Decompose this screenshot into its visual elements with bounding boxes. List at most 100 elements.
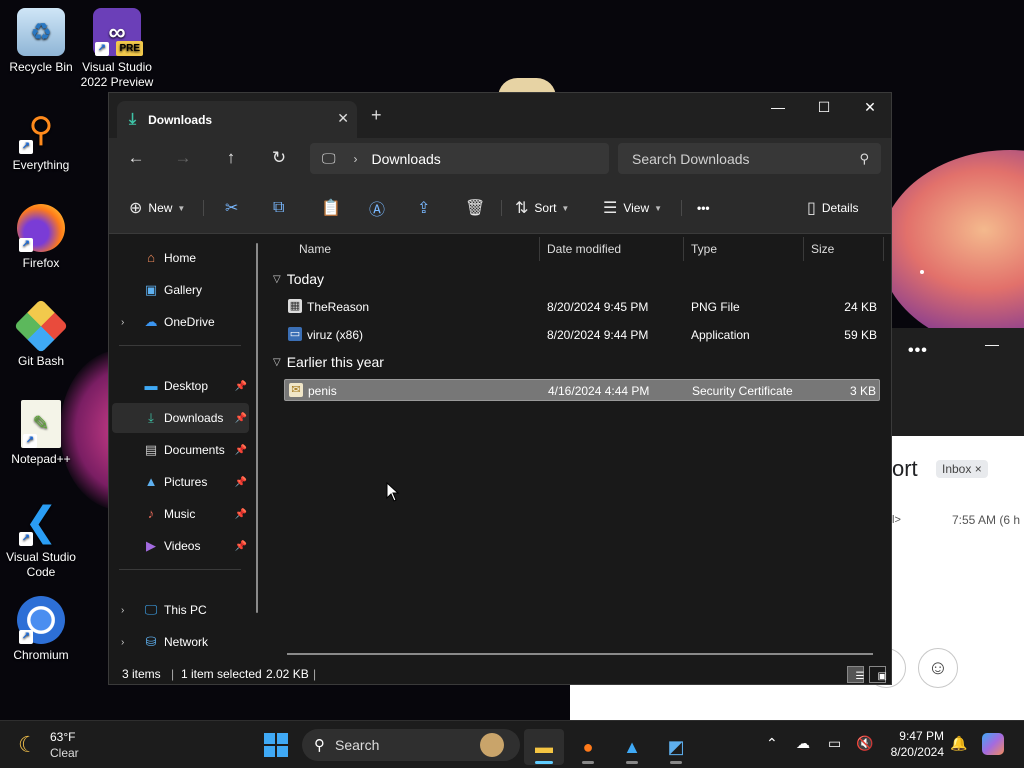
show-hidden-icons-button[interactable]: ⌃ (766, 735, 778, 752)
column-divider[interactable] (539, 237, 540, 261)
more-options-button[interactable]: ••• (697, 197, 710, 219)
remove-label-button[interactable]: × (975, 462, 982, 476)
address-bar[interactable]: 🖵 › Downloads (310, 143, 609, 174)
nav-item-music[interactable]: ♪ Music 📌 (112, 499, 249, 529)
cut-button[interactable]: ✂ (225, 197, 238, 219)
nav-item-onedrive[interactable]: › ☁ OneDrive (112, 307, 249, 337)
nav-item-pictures[interactable]: ▲ Pictures 📌 (112, 467, 249, 497)
nav-item-this-pc[interactable]: › 🖵 This PC (112, 595, 249, 625)
chevron-right-icon[interactable]: › (121, 605, 124, 616)
file-row[interactable]: ▭ viruz (x86) 8/20/2024 9:44 PM Applicat… (284, 324, 880, 346)
column-header-type[interactable]: Type (691, 235, 717, 263)
file-row-selected[interactable]: ✉ penis 4/16/2024 4:44 PM Security Certi… (284, 379, 880, 401)
volume-muted-icon[interactable]: 🔇 (856, 735, 873, 752)
group-header-today[interactable]: ▽ Today (273, 267, 324, 291)
shortcut-arrow-icon: ↗ (19, 532, 33, 546)
horizontal-scrollbar[interactable] (287, 653, 873, 655)
navigation-pane[interactable]: ⌂ Home ▣ Gallery › ☁ OneDrive ▬ Desktop … (109, 235, 267, 665)
view-button[interactable]: ☰ View ▼ (603, 197, 662, 219)
display-icon[interactable]: ▭ (828, 735, 841, 752)
copy-button[interactable]: ⧉ (273, 197, 284, 219)
pin-icon[interactable]: 📌 (235, 381, 247, 392)
breadcrumb-downloads[interactable]: Downloads (372, 151, 441, 167)
chevron-right-icon[interactable]: › (354, 152, 358, 166)
desktop-icon-notepad-plus-plus[interactable]: ✎ ↗ Notepad++ (0, 400, 82, 467)
taskbar-app-monitor[interactable]: ▲ (612, 729, 652, 765)
desktop-icon-git-bash[interactable]: Git Bash (0, 298, 82, 369)
taskbar-app-firefox[interactable]: ● (568, 729, 608, 765)
taskbar-app-file-explorer[interactable]: ▬ (524, 729, 564, 765)
nav-item-home[interactable]: ⌂ Home (112, 243, 249, 273)
desktop-icon-recycle-bin[interactable]: ♻ Recycle Bin (0, 8, 82, 75)
mail-more-button[interactable]: ••• (908, 342, 928, 360)
back-button[interactable]: ← (123, 148, 149, 172)
pin-icon[interactable]: 📌 (235, 413, 247, 424)
new-tab-button[interactable]: + (371, 105, 382, 126)
music-icon: ♪ (147, 506, 155, 521)
nav-item-network[interactable]: › ⛁ Network (112, 627, 249, 657)
forward-button[interactable]: → (170, 148, 196, 172)
nav-item-videos[interactable]: ▶ Videos 📌 (112, 531, 249, 561)
column-header-date-modified[interactable]: Date modified (547, 235, 621, 263)
close-window-button[interactable]: ✕ (855, 99, 885, 116)
minimize-button[interactable]: — (763, 99, 793, 115)
desktop-icon-vscode[interactable]: ❮ ↗ Visual Studio Code (0, 498, 82, 580)
tiles-view-button[interactable]: ▣ (869, 666, 887, 683)
delete-button[interactable]: 🗑 (465, 197, 485, 219)
group-header-earlier-this-year[interactable]: ▽ Earlier this year (273, 350, 384, 374)
file-explorer-window[interactable]: ⤓ Downloads ✕ + — ☐ ✕ ← → ↑ ↻ 🖵 › Downlo… (108, 92, 892, 685)
status-separator: | (171, 667, 175, 681)
details-view-button[interactable]: ☰ (847, 666, 864, 683)
copilot-icon[interactable] (982, 733, 1004, 755)
column-divider[interactable] (883, 237, 884, 261)
pin-icon[interactable]: 📌 (235, 541, 247, 552)
taskbar-search-box[interactable]: ⚲ Search (302, 729, 520, 761)
file-row[interactable]: ▦ TheReason 8/20/2024 9:45 PM PNG File 2… (284, 296, 880, 318)
pin-icon[interactable]: 📌 (235, 445, 247, 456)
column-header-name[interactable]: Name (299, 235, 331, 263)
notification-bell-icon[interactable]: 🔔 (950, 735, 967, 752)
start-button[interactable] (264, 733, 288, 757)
up-button[interactable]: ↑ (218, 148, 244, 172)
nav-item-desktop[interactable]: ▬ Desktop 📌 (112, 371, 249, 401)
maximize-button[interactable]: ☐ (809, 99, 839, 116)
mail-minimize-button[interactable]: — (985, 336, 999, 352)
title-bar[interactable]: ⤓ Downloads ✕ + — ☐ ✕ (109, 93, 891, 138)
refresh-button[interactable]: ↻ (266, 148, 292, 172)
pin-icon[interactable]: 📌 (235, 509, 247, 520)
desktop-icon-chromium[interactable]: ↗ Chromium (0, 596, 82, 663)
desktop-icon-everything[interactable]: ⚲ ↗ Everything (0, 106, 82, 173)
mail-sender-fragment: l> (892, 514, 901, 526)
nav-item-downloads[interactable]: ⤓ Downloads 📌 (112, 403, 249, 433)
rename-button[interactable]: Ⓐ (369, 197, 385, 219)
onedrive-icon[interactable]: ☁ (796, 735, 810, 752)
nav-item-gallery[interactable]: ▣ Gallery (112, 275, 249, 305)
close-tab-button[interactable]: ✕ (337, 110, 349, 127)
column-divider[interactable] (683, 237, 684, 261)
clock[interactable]: 9:47 PM 8/20/2024 (878, 728, 944, 760)
paste-button[interactable]: 📋 (321, 197, 341, 219)
file-list[interactable]: Name Date modified Type Size ▽ Today ▦ T… (267, 235, 891, 665)
pin-icon[interactable]: 📌 (235, 477, 247, 488)
status-bar: 3 items | 1 item selected 2.02 KB | ☰ ▣ (109, 665, 891, 684)
desktop-icon-visual-studio-preview[interactable]: ∞ PRE ↗ Visual Studio 2022 Preview (76, 8, 158, 90)
new-button[interactable]: ⊕ New ▼ (129, 197, 185, 219)
chevron-right-icon[interactable]: › (121, 637, 124, 648)
column-divider[interactable] (803, 237, 804, 261)
desktop-icon-firefox[interactable]: ↗ Firefox (0, 204, 82, 271)
nav-scrollbar[interactable] (256, 243, 258, 613)
chevron-right-icon[interactable]: › (121, 317, 124, 328)
search-input[interactable]: Search Downloads ⚲ (618, 143, 881, 174)
emoji-reaction-button[interactable]: ☺ (918, 648, 958, 688)
details-pane-button[interactable]: ▯ Details (807, 197, 859, 219)
mail-timestamp: 7:55 AM (6 h (952, 513, 1021, 527)
weather-widget[interactable]: ☾ 63°F Clear (18, 728, 118, 762)
taskbar-app-paint[interactable]: ◩ (656, 729, 696, 765)
sort-button[interactable]: ⇅ Sort ▼ (515, 197, 569, 219)
inbox-label-text: Inbox (942, 462, 972, 476)
column-header-size[interactable]: Size (811, 235, 834, 263)
tab-downloads[interactable]: ⤓ Downloads ✕ (117, 101, 357, 138)
certificate-icon: ✉ (289, 383, 303, 397)
nav-item-documents[interactable]: ▤ Documents 📌 (112, 435, 249, 465)
share-button[interactable]: ⇪ (417, 197, 430, 219)
